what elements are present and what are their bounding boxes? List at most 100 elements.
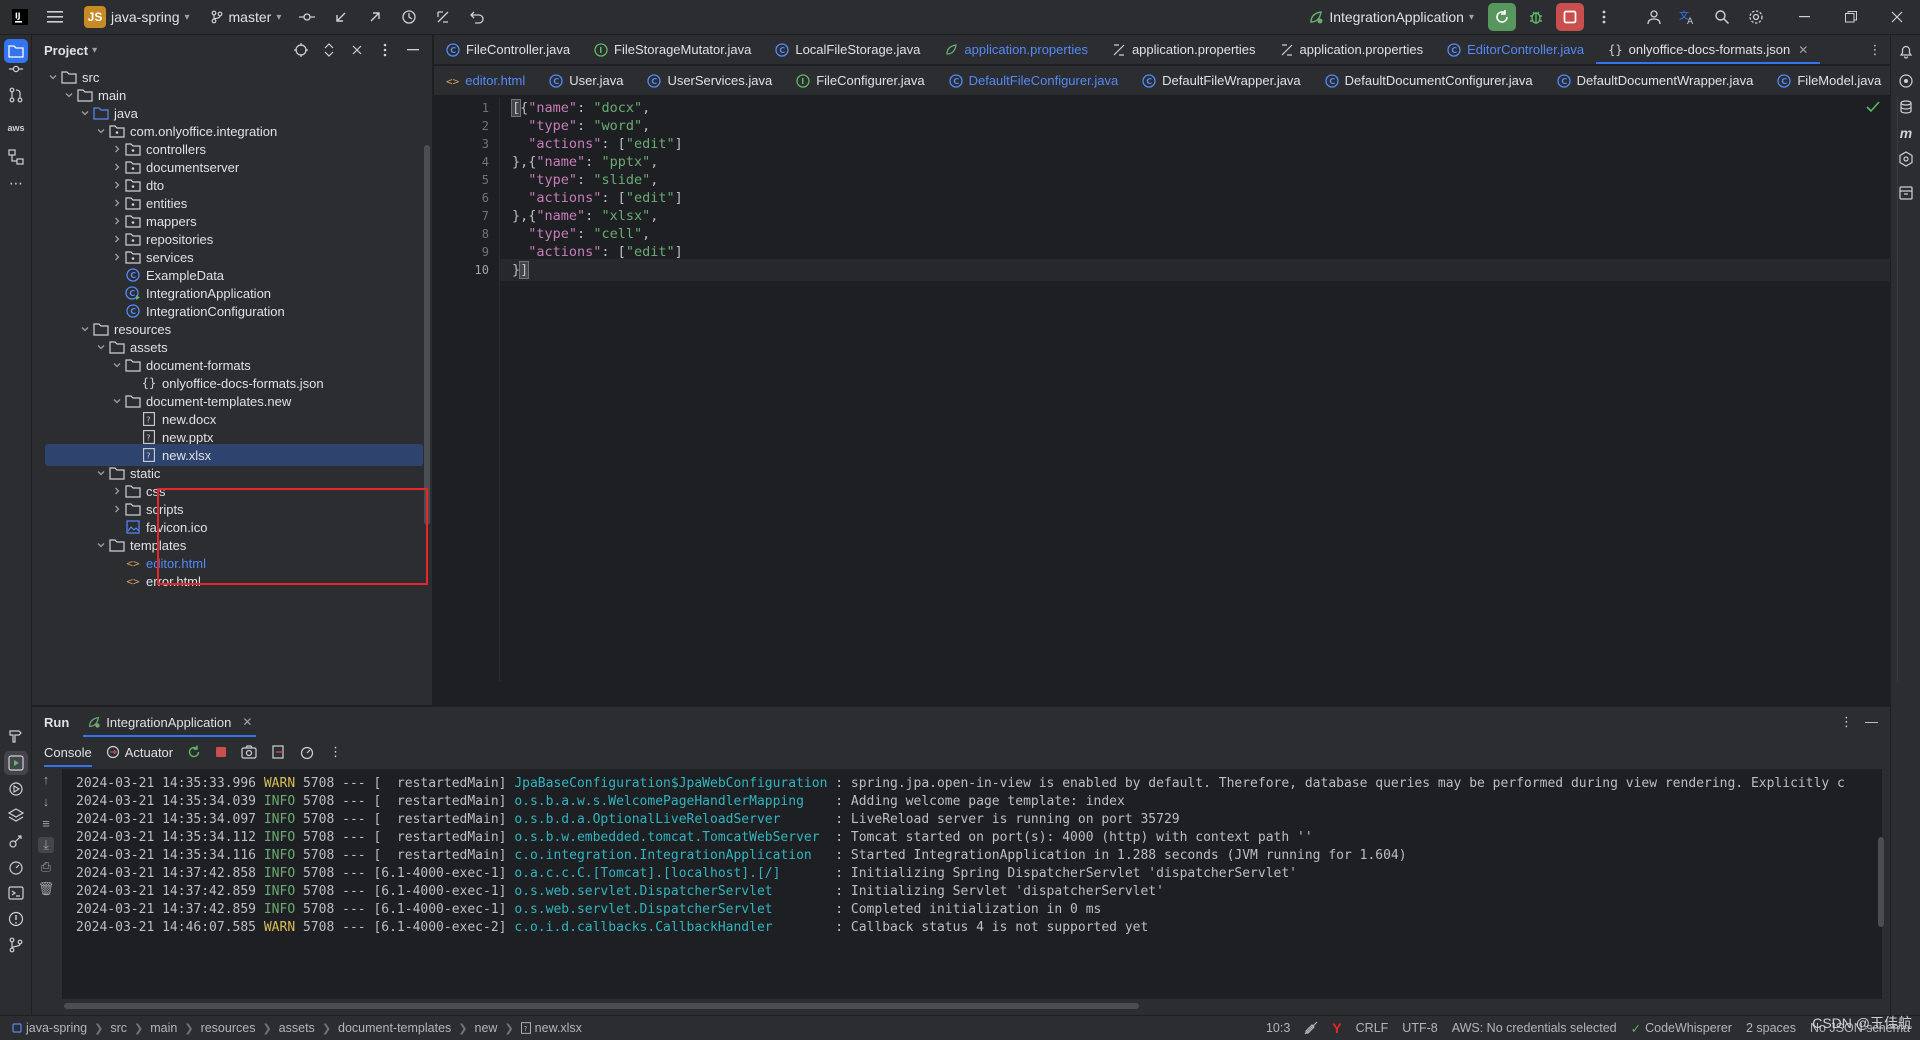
minimize-window-button[interactable]: [1782, 0, 1828, 35]
editor-tab[interactable]: C FileModel.java: [1765, 66, 1890, 95]
chevron-down-icon[interactable]: [94, 342, 108, 352]
soft-wrap-icon[interactable]: ≡: [38, 815, 54, 831]
breadcrumb-item[interactable]: document-templates: [338, 1021, 451, 1035]
breadcrumb-item[interactable]: main: [150, 1021, 177, 1035]
scroll-down-arrow-icon[interactable]: ↓: [38, 793, 54, 809]
console-output[interactable]: 2024-03-21 14:35:33.996 WARN 5708 --- [ …: [62, 769, 1882, 999]
pull-requests-icon[interactable]: [4, 83, 28, 107]
chevron-down-icon[interactable]: [94, 540, 108, 550]
console-vertical-scrollbar[interactable]: [1878, 837, 1884, 927]
chevron-down-icon[interactable]: [62, 90, 76, 100]
close-tab-icon[interactable]: ✕: [1798, 43, 1808, 57]
chevron-right-icon[interactable]: [110, 216, 124, 226]
stop-icon[interactable]: [215, 746, 227, 758]
log-line[interactable]: 2024-03-21 14:37:42.859 INFO 5708 --- [6…: [76, 901, 1101, 919]
git-icon[interactable]: [4, 933, 28, 957]
hide-panel-icon[interactable]: [402, 39, 424, 61]
chevron-down-icon[interactable]: [78, 108, 92, 118]
breadcrumb-item[interactable]: src: [110, 1021, 127, 1035]
scroll-up-arrow-icon[interactable]: ↑: [38, 771, 54, 787]
chevron-right-icon[interactable]: [110, 234, 124, 244]
vcs-push-icon[interactable]: [361, 3, 389, 31]
line-separator[interactable]: CRLF: [1356, 1021, 1389, 1035]
inspection-ok-check-icon[interactable]: [1866, 101, 1880, 113]
tab-row-more-icon[interactable]: ⋮: [1860, 35, 1890, 64]
build-hammer-icon[interactable]: [4, 723, 28, 747]
profiler-attach-icon[interactable]: [299, 745, 315, 759]
debug-bug-icon[interactable]: [1522, 3, 1550, 31]
chevron-right-icon[interactable]: [110, 144, 124, 154]
settings-gear-icon[interactable]: [1742, 3, 1770, 31]
endpoints-icon[interactable]: [4, 829, 28, 853]
editor-tab[interactable]: C EditorController.java: [1435, 35, 1596, 64]
project-switcher[interactable]: JS java-spring ▾: [78, 3, 196, 31]
expand-all-icon[interactable]: [318, 39, 340, 61]
profiler-icon[interactable]: [4, 855, 28, 879]
editor-tab[interactable]: C DefaultDocumentWrapper.java: [1545, 66, 1766, 95]
clear-trash-icon[interactable]: 🗑: [38, 881, 55, 897]
chevron-down-icon[interactable]: [110, 360, 124, 370]
account-icon[interactable]: [1640, 3, 1668, 31]
chevron-down-icon[interactable]: [78, 324, 92, 334]
more-tool-windows-icon[interactable]: ⋯: [4, 171, 28, 195]
log-line[interactable]: 2024-03-21 14:35:34.039 INFO 5708 --- [ …: [76, 793, 1125, 811]
rerun-button[interactable]: [1488, 3, 1516, 31]
run-options-icon[interactable]: ⋮: [1840, 714, 1853, 730]
breadcrumb-item[interactable]: java-spring: [12, 1021, 87, 1035]
exit-icon[interactable]: [271, 745, 285, 759]
stop-button[interactable]: [1556, 3, 1584, 31]
chevron-right-icon[interactable]: [110, 504, 124, 514]
console-more-icon[interactable]: ⋮: [329, 744, 342, 760]
project-view-selector[interactable]: Project ▾: [44, 43, 97, 58]
aws-toolkit-icon[interactable]: aws: [4, 116, 28, 140]
main-menu-icon[interactable]: [42, 3, 70, 31]
layers-icon[interactable]: [4, 803, 28, 827]
editor-tab[interactable]: I FileStorageMutator.java: [582, 35, 763, 64]
editor-tab[interactable]: C FileController.java: [434, 35, 582, 64]
project-tree-scrollbar[interactable]: [424, 145, 430, 525]
log-line[interactable]: 2024-03-21 14:37:42.858 INFO 5708 --- [6…: [76, 865, 1297, 883]
breadcrumb-item[interactable]: resources: [201, 1021, 256, 1035]
aws-connection-status[interactable]: AWS: No credentials selected: [1452, 1021, 1617, 1035]
locate-file-icon[interactable]: [290, 39, 312, 61]
collapse-all-icon[interactable]: [346, 39, 368, 61]
hide-run-panel-icon[interactable]: —: [1865, 714, 1878, 730]
readonly-toggle-icon[interactable]: [1304, 1021, 1318, 1035]
close-window-button[interactable]: [1874, 0, 1920, 35]
chevron-down-icon[interactable]: [94, 126, 108, 136]
camera-snapshot-icon[interactable]: [241, 745, 257, 759]
code-editor[interactable]: 1 2 3 4 5 6 7 8 9 10 [{"name": "docx", "type": "w…: [434, 97, 1898, 705]
close-tab-icon[interactable]: ✕: [242, 715, 252, 729]
chevron-right-icon[interactable]: [110, 180, 124, 190]
editor-tab[interactable]: C User.java: [537, 66, 635, 95]
code-line[interactable]: }]: [500, 259, 1890, 281]
editor-tab[interactable]: <> editor.html: [434, 66, 537, 95]
chevron-down-icon[interactable]: [46, 72, 60, 82]
editor-tab[interactable]: C DefaultFileConfigurer.java: [937, 66, 1131, 95]
vcs-commit-icon[interactable]: [293, 3, 321, 31]
chevron-right-icon[interactable]: [110, 198, 124, 208]
run-tab-integration-application[interactable]: IntegrationApplication ✕: [83, 707, 257, 737]
vcs-update-icon[interactable]: [327, 3, 355, 31]
yandex-y-icon[interactable]: Y: [1332, 1020, 1341, 1036]
log-line[interactable]: 2024-03-21 14:37:42.859 INFO 5708 --- [6…: [76, 883, 1164, 901]
breadcrumb-item[interactable]: ? new.xlsx: [520, 1021, 582, 1035]
vcs-compare-icon[interactable]: [429, 3, 457, 31]
scroll-to-end-icon[interactable]: ⤓: [38, 837, 54, 853]
editor-tab[interactable]: C DefaultDocumentConfigurer.java: [1313, 66, 1545, 95]
chevron-down-icon[interactable]: [110, 396, 124, 406]
tab-console[interactable]: Console: [44, 737, 92, 767]
chevron-right-icon[interactable]: [110, 162, 124, 172]
codewhisperer-status[interactable]: ✓ CodeWhisperer: [1631, 1021, 1732, 1036]
editor-tab[interactable]: C LocalFileStorage.java: [763, 35, 932, 64]
log-line[interactable]: 2024-03-21 14:46:07.585 WARN 5708 --- [6…: [76, 919, 1148, 937]
ai-assistant-icon[interactable]: [1894, 69, 1918, 93]
log-line[interactable]: 2024-03-21 14:35:34.112 INFO 5708 --- [ …: [76, 829, 1313, 847]
options-menu-icon[interactable]: [374, 39, 396, 61]
vcs-history-icon[interactable]: [395, 3, 423, 31]
editor-tab[interactable]: C DefaultFileWrapper.java: [1130, 66, 1313, 95]
search-icon[interactable]: [1708, 3, 1736, 31]
editor-tab[interactable]: I FileConfigurer.java: [784, 66, 936, 95]
commit-icon[interactable]: [4, 57, 28, 81]
breadcrumb-item[interactable]: assets: [279, 1021, 315, 1035]
